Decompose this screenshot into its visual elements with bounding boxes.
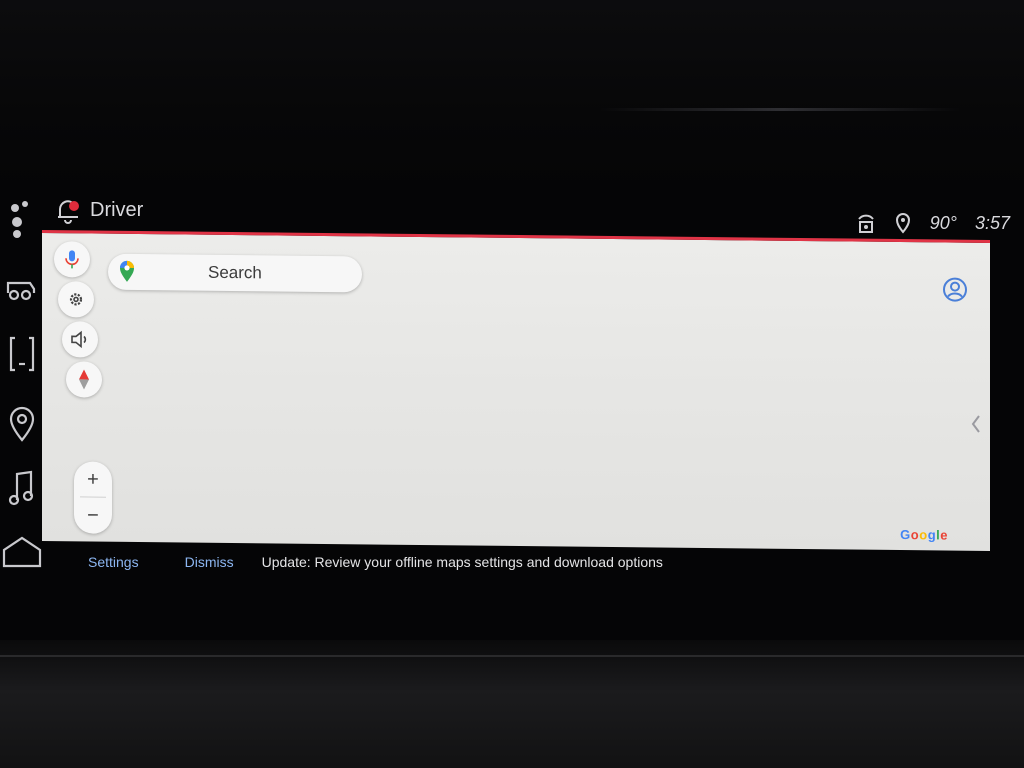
vehicle-button[interactable] [0, 266, 44, 310]
phone-button[interactable] [0, 332, 44, 376]
status-bar: Driver 90° 3:57 [48, 192, 1018, 234]
notification-message: Update: Review your offline maps setting… [261, 554, 663, 570]
home-button[interactable] [0, 530, 44, 574]
panel-expand-chevron-icon[interactable] [970, 414, 982, 434]
clock: 3:57 [974, 212, 1010, 233]
navigation-icon [9, 406, 35, 442]
screen-bezel [0, 0, 1024, 190]
status-indicators: 90° 3:57 [856, 212, 1010, 234]
notification-bell-icon[interactable] [54, 196, 82, 224]
assistant-button[interactable] [0, 196, 44, 240]
music-icon [8, 470, 34, 506]
zoom-out-button[interactable]: − [74, 497, 112, 533]
voice-search-button[interactable] [54, 241, 90, 278]
google-attribution: Google [900, 527, 948, 543]
assistant-icon [11, 201, 28, 238]
mic-icon [65, 250, 79, 269]
profile-name[interactable]: Driver [90, 199, 143, 222]
compass-button[interactable] [66, 361, 102, 398]
sound-button[interactable] [62, 321, 98, 358]
search-placeholder: Search [208, 262, 262, 283]
dismiss-link[interactable]: Dismiss [185, 554, 234, 570]
vehicle-icon [6, 281, 36, 301]
connectivity-icon [857, 214, 874, 233]
phone-icon [9, 336, 35, 372]
app-rail [0, 190, 48, 590]
map-view[interactable]: Search + − Google [42, 230, 990, 551]
map-settings-button[interactable] [58, 281, 94, 318]
bezel-reflection [600, 108, 960, 111]
music-button[interactable] [0, 466, 44, 510]
zoom-in-button[interactable]: + [74, 461, 112, 497]
search-bar[interactable]: Search [108, 253, 362, 293]
location-icon [895, 213, 910, 234]
google-maps-pin-icon [120, 260, 134, 282]
settings-link[interactable]: Settings [88, 554, 139, 570]
dashboard-seam [0, 655, 1024, 657]
compass-icon [79, 369, 89, 390]
home-icon [2, 536, 42, 568]
navigation-button[interactable] [0, 402, 44, 446]
dashboard-trim [0, 640, 1024, 768]
account-icon[interactable] [942, 276, 968, 302]
sound-icon [71, 330, 87, 349]
zoom-control: + − [74, 461, 112, 534]
update-notification: Settings Dismiss Update: Review your off… [70, 545, 950, 579]
settings-icon [69, 293, 83, 306]
temperature-readout: 90° [929, 212, 957, 233]
